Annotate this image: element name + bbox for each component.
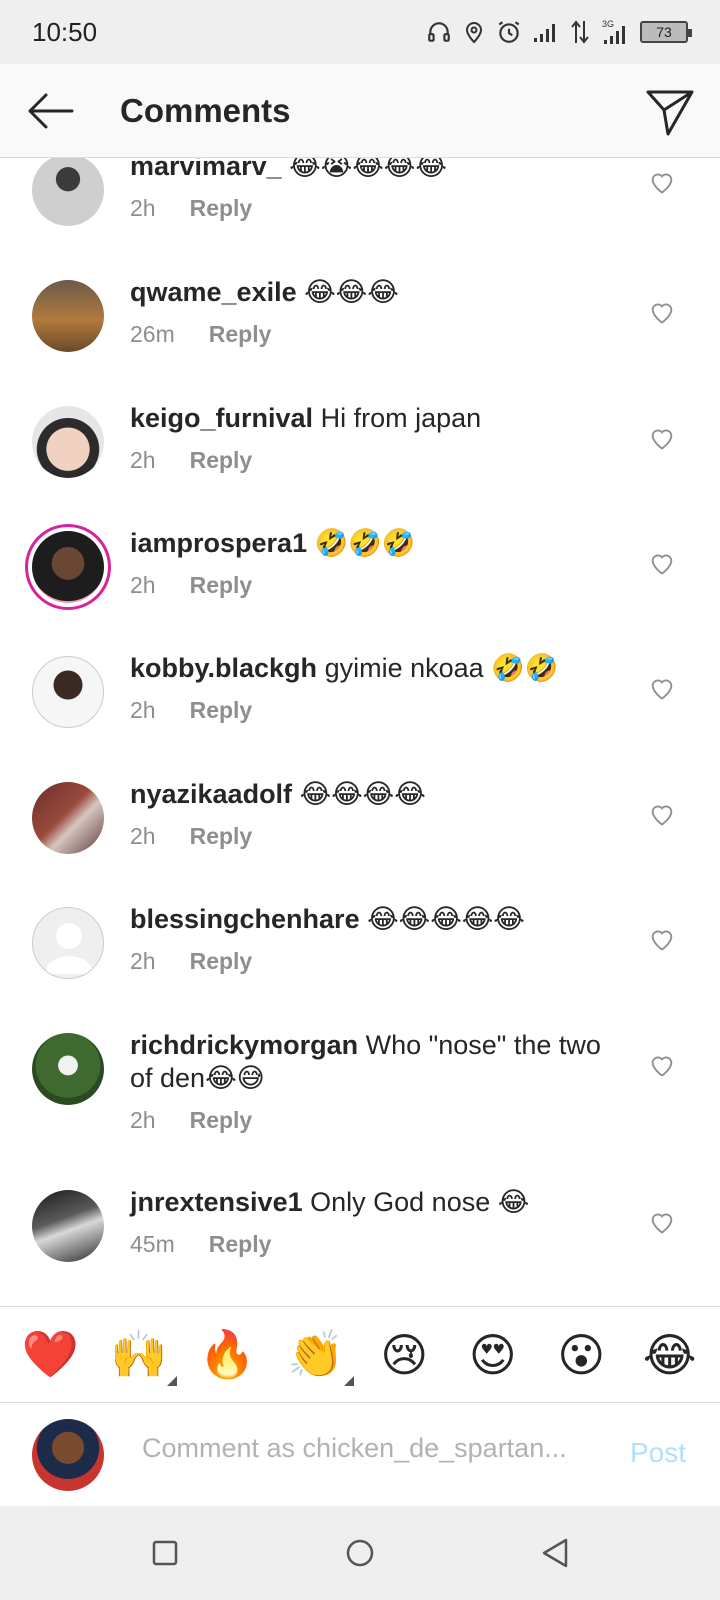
reaction-heart-eyes[interactable]: 😍 (461, 1328, 525, 1382)
like-heart-icon[interactable] (648, 674, 676, 702)
comment-time: 2h (130, 1107, 156, 1133)
comment-username[interactable]: kobby.blackgh (130, 653, 317, 683)
like-heart-icon[interactable] (648, 549, 676, 577)
clap-icon: 👏 (287, 1327, 345, 1381)
skin-tone-indicator (343, 1376, 354, 1386)
comment-text: 😂😂😂😂😂 (367, 904, 525, 934)
status-bar: 10:50 3G 73 (0, 0, 720, 64)
reply-button[interactable]: Reply (190, 447, 253, 474)
recents-button[interactable] (135, 1523, 195, 1583)
like-heart-icon[interactable] (648, 298, 676, 326)
raised-hands-icon: 🙌 (110, 1327, 168, 1381)
comment-time: 2h (130, 948, 156, 974)
reply-button[interactable]: Reply (190, 572, 253, 599)
like-heart-icon[interactable] (648, 168, 676, 196)
comment-time: 2h (130, 447, 156, 473)
reply-button[interactable]: Reply (190, 195, 253, 222)
data-transfer-icon (571, 20, 589, 44)
comment-username[interactable]: blessingchenhare (130, 904, 360, 934)
triangle-back-icon (542, 1538, 568, 1568)
reaction-heart[interactable]: ❤️ (18, 1327, 82, 1382)
signal-3g-icon: 3G (602, 19, 625, 44)
my-avatar (32, 1419, 104, 1491)
reply-button[interactable]: Reply (190, 697, 253, 724)
page-title: Comments (120, 91, 291, 129)
comment-time: 2h (130, 572, 156, 598)
system-back-button[interactable] (525, 1523, 585, 1583)
comment-text: Only God nose 😂 (310, 1187, 530, 1217)
skin-tone-indicator (166, 1376, 177, 1386)
svg-text:3G: 3G (602, 19, 614, 29)
back-button[interactable] (0, 64, 100, 158)
like-heart-icon[interactable] (648, 1208, 676, 1236)
avatar[interactable] (32, 1033, 104, 1105)
reaction-clap[interactable]: 👏 (284, 1327, 354, 1386)
quick-reaction-bar: ❤️ 🙌 🔥 👏 😢 😍 😮 😂 (0, 1306, 720, 1402)
avatar[interactable] (32, 782, 104, 854)
comment-text: 😂😂😂😂 (299, 779, 426, 809)
reply-button[interactable]: Reply (190, 948, 253, 975)
comment-username[interactable]: marvimarv_ (130, 158, 282, 181)
alarm-icon (498, 21, 520, 43)
comment-time: 26m (130, 321, 175, 347)
reply-button[interactable]: Reply (190, 1107, 253, 1134)
like-heart-icon[interactable] (648, 800, 676, 828)
comment-text: gyimie nkoaa 🤣🤣 (324, 653, 559, 683)
comment-username[interactable]: iamprospera1 (130, 528, 307, 558)
comment-text: Hi from japan (320, 403, 482, 433)
comment-username[interactable]: richdrickymorgan (130, 1030, 358, 1060)
comments-list[interactable]: marvimarv_ 😂😭😂😂😂 2h Reply qwame_exile 😂😂😂… (0, 158, 720, 1306)
comment-username[interactable]: qwame_exile (130, 277, 297, 307)
status-icons: 3G 73 (426, 18, 692, 46)
reaction-surprised[interactable]: 😮 (549, 1328, 613, 1382)
share-button[interactable] (642, 84, 698, 140)
comment-composer: Post (0, 1402, 720, 1506)
square-icon (152, 1540, 178, 1566)
avatar[interactable] (32, 280, 104, 352)
location-icon (465, 22, 483, 44)
avatar[interactable] (32, 1190, 104, 1262)
reply-button[interactable]: Reply (209, 1231, 272, 1258)
battery-level: 73 (656, 24, 672, 40)
reply-button[interactable]: Reply (209, 321, 272, 348)
comment-text: 🤣🤣🤣 (314, 528, 416, 558)
reaction-fire[interactable]: 🔥 (195, 1327, 259, 1382)
reaction-crying[interactable]: 😢 (372, 1328, 436, 1382)
comment-time: 2h (130, 823, 156, 849)
comment-text: 😂😭😂😂😂 (289, 158, 447, 181)
comment-time: 45m (130, 1231, 175, 1257)
circle-icon (346, 1539, 374, 1567)
avatar-default[interactable] (32, 907, 104, 979)
avatar[interactable] (32, 656, 104, 728)
status-time: 10:50 (32, 16, 98, 47)
comment-username[interactable]: nyazikaadolf (130, 779, 292, 809)
back-arrow-icon (28, 93, 74, 128)
home-button[interactable] (330, 1523, 390, 1583)
headphones-icon (428, 22, 450, 42)
comment-username[interactable]: keigo_furnival (130, 403, 313, 433)
header: Comments (0, 64, 720, 158)
signal-icon (534, 24, 555, 42)
avatar-story-ring[interactable] (32, 531, 104, 603)
comment-time: 2h (130, 697, 156, 723)
default-user-icon (45, 923, 93, 974)
post-button[interactable]: Post (630, 1437, 686, 1469)
paper-plane-icon (646, 90, 694, 136)
avatar[interactable] (32, 406, 104, 478)
reply-button[interactable]: Reply (190, 823, 253, 850)
comment-username[interactable]: jnrextensive1 (130, 1187, 303, 1217)
reaction-laughing[interactable]: 😂 (638, 1328, 702, 1382)
comment-time: 2h (130, 195, 156, 221)
battery-icon: 73 (640, 21, 692, 43)
avatar[interactable] (32, 158, 104, 226)
comment-text: 😂😂😂 (304, 277, 399, 307)
reaction-raised-hands[interactable]: 🙌 (107, 1327, 177, 1386)
like-heart-icon[interactable] (648, 925, 676, 953)
like-heart-icon[interactable] (648, 1051, 676, 1079)
like-heart-icon[interactable] (648, 424, 676, 452)
system-nav-bar (0, 1506, 720, 1600)
comment-input[interactable] (142, 1433, 582, 1464)
